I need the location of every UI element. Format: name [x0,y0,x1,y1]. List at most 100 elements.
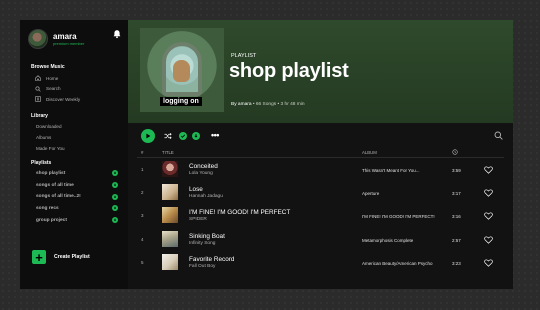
create-playlist-label: Create Playlist [54,254,90,260]
heart-icon[interactable] [484,189,493,197]
track-index: 1 [141,167,144,172]
library-albums[interactable]: Albums [20,132,128,143]
track-title[interactable]: Favorite Record [189,256,234,263]
playlist-item[interactable]: group project [20,214,128,226]
table-row[interactable]: 1 Conceited Lola Young This Wasn't Meant… [137,158,504,181]
track-duration: 3:59 [452,168,461,173]
user-name: amara [53,31,77,41]
playlist-cover: logging on [140,28,224,112]
col-title: TITLE [162,150,174,155]
library-downloaded[interactable]: Downloaded [20,121,128,132]
discover-icon [35,96,41,102]
nav-home[interactable]: Home [20,73,128,84]
playlist-meta: By amara • 66 Songs • 3 hr 48 min [231,102,305,107]
sidebar: amara premium member Browse Music Home S… [20,20,128,289]
album-art [162,161,178,177]
playlist-item[interactable]: songs of all time [20,179,128,191]
track-table-header: # TITLE ALBUM [137,149,504,158]
track-index: 5 [141,259,144,265]
check-icon [180,134,186,138]
user-status: premium member [53,40,85,46]
track-index: 3 [141,213,144,219]
track-duration: 2:57 [452,237,461,243]
playlist-item[interactable]: song recs [20,203,128,215]
search-icon [35,86,41,92]
more-options-icon[interactable]: ••• [211,130,219,140]
playlist-kind: PLAYLIST [231,53,257,59]
heart-icon[interactable] [484,259,493,267]
track-album[interactable]: American Beauty/American Psycho [362,261,433,266]
track-artist[interactable]: Infinity Song [189,241,215,246]
col-index: # [141,150,144,155]
table-row[interactable]: 5 Favorite Record Fall Out Boy American … [137,251,504,274]
playlist-label: songs of all time [36,182,74,188]
track-title[interactable]: Conceited [189,163,218,170]
nav-search-label: Search [46,86,61,92]
downloaded-icon [112,205,118,212]
track-artist[interactable]: Lola Young [189,171,213,176]
home-icon [35,75,41,82]
heart-icon[interactable] [484,236,493,244]
downloaded-icon [112,193,118,200]
downloaded-icon [112,217,118,224]
track-album[interactable]: Aperture [362,191,379,196]
track-artist[interactable]: Fall Out Boy [189,264,215,269]
shuffle-button[interactable] [164,132,172,140]
create-playlist-button[interactable]: + Create Playlist [32,250,90,264]
heart-icon[interactable] [484,212,493,221]
clock-icon [452,149,458,156]
track-album[interactable]: I'M FINE! I'M GOOD! I'M PERFECT! [362,214,435,219]
main-panel: logging on PLAYLIST shop playlist By ama… [128,20,513,289]
track-duration: 3:23 [452,260,461,266]
playlist-owner[interactable]: By amara [231,102,252,107]
playlist-item[interactable]: shop playlist [20,168,128,180]
playlist-label: songs of all time..2! [36,194,81,200]
downloaded-icon [112,182,118,189]
play-button[interactable] [141,129,155,143]
library-made-for-you[interactable]: Made For You [20,143,128,154]
track-artist[interactable]: SPIDER [189,217,207,222]
album-art [162,253,178,270]
playlist-label: shop playlist [36,170,66,176]
track-album[interactable]: Metamorphosis Complete [362,238,413,243]
search-icon[interactable] [494,131,503,140]
album-art [162,184,178,201]
nav-home-label: Home [46,75,59,81]
playlist-item[interactable]: songs of all time..2! [20,191,128,203]
nav-discover-weekly[interactable]: Discover Weekly [20,94,128,105]
track-index: 2 [141,190,144,196]
track-duration: 3:17 [452,191,461,197]
download-button[interactable] [192,132,200,140]
album-art [162,207,178,224]
playlist-header: logging on PLAYLIST shop playlist By ama… [128,20,513,123]
avatar[interactable] [28,29,48,49]
table-row[interactable]: 2 Lose Hannah Jadagu Aperture 3:17 [137,181,504,204]
track-album[interactable]: This Wasn't Meant For You... [362,168,419,173]
table-row[interactable]: 3 I'M FINE! I'M GOOD! I'M PERFECT SPIDER… [137,204,504,227]
col-album: ALBUM [362,150,377,155]
nav-discover-label: Discover Weekly [46,96,81,102]
album-art [162,230,178,247]
track-index: 4 [141,236,144,242]
track-title[interactable]: I'M FINE! I'M GOOD! I'M PERFECT [189,209,290,216]
track-title[interactable]: Sinking Boat [189,233,225,240]
saved-check-button[interactable] [179,132,187,140]
song-count: 66 Songs [255,102,277,107]
playlist-duration: 3 hr 48 min [280,102,305,107]
playlist-label: song recs [36,205,59,211]
track-artist[interactable]: Hannah Jadagu [189,194,223,199]
nav-search[interactable]: Search [20,84,128,95]
user-profile[interactable]: amara premium member [20,28,128,50]
track-title[interactable]: Lose [189,186,203,193]
track-duration: 3:16 [452,214,461,220]
page-title: shop playlist [229,60,349,82]
table-row[interactable]: 4 Sinking Boat Infinity Song Metamorphos… [137,228,504,251]
bell-icon[interactable] [112,29,122,39]
heart-icon[interactable] [484,166,493,174]
track-list: 1 Conceited Lola Young This Wasn't Meant… [128,158,513,274]
downloaded-icon [112,170,118,177]
plus-icon: + [32,250,46,264]
shuffle-icon [164,132,172,140]
play-icon [146,133,151,139]
app-window: amara premium member Browse Music Home S… [20,20,513,289]
